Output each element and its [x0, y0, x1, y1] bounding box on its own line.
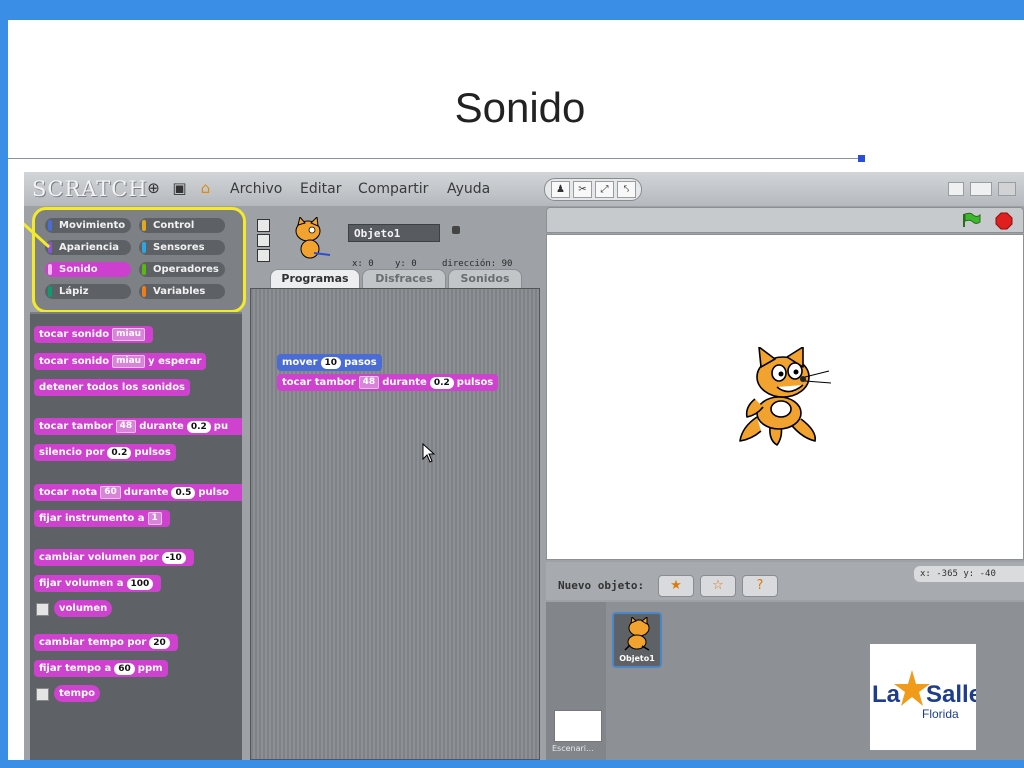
slide-bottom-bar — [0, 760, 1024, 768]
category-variables[interactable]: Variables — [139, 284, 225, 299]
stage-header — [546, 207, 1024, 233]
lasalle-logo: La Salle Florida — [870, 644, 982, 750]
menu-archivo[interactable]: Archivo — [230, 181, 282, 197]
selection-handle — [858, 155, 865, 162]
category-sonido[interactable]: Sonido — [45, 262, 131, 277]
flip-lr-icon[interactable] — [257, 234, 270, 247]
lock-icon[interactable] — [452, 226, 460, 234]
presentation-mode-icon[interactable] — [998, 182, 1016, 196]
category-sensores[interactable]: Sensores — [139, 240, 225, 255]
volumen-checkbox[interactable] — [36, 603, 49, 616]
rotate-free-icon[interactable] — [257, 219, 270, 232]
tempo-checkbox[interactable] — [36, 688, 49, 701]
block-detener-sonidos[interactable]: detener todos los sonidos — [34, 379, 191, 396]
save-icon[interactable]: ▣ — [171, 180, 188, 197]
block-fijar-volumen[interactable]: fijar volumen a 100 — [34, 575, 162, 592]
choose-sprite-file-icon[interactable]: ☆ — [700, 575, 736, 597]
block-silencio[interactable]: silencio por 0.2 pulsos — [34, 444, 176, 461]
tab-disfraces[interactable]: Disfraces — [362, 269, 446, 289]
lasalle-logo-graphic: La Salle Florida — [872, 670, 982, 721]
tab-programas[interactable]: Programas — [270, 269, 360, 289]
new-sprite-label: Nuevo objeto: — [558, 579, 645, 592]
stage[interactable] — [546, 234, 1024, 560]
blocks-palette: tocar sonido miau tocar sonido miau y esper… — [30, 312, 242, 760]
sprite-name-field[interactable]: Objeto1 — [348, 224, 440, 242]
stop-sign-icon[interactable] — [995, 212, 1013, 230]
tool-group: ♟ ✂ ⤢ ⤣ — [544, 178, 642, 201]
sprite-thumb-cat-icon — [624, 617, 650, 651]
script-block-tocar-tambor[interactable]: tocar tambor 48 durante 0.2 pulsos — [277, 374, 499, 391]
scripts-area[interactable]: mover 10 pasos tocar tambor 48 durante 0.2 pul… — [250, 288, 540, 760]
tab-sonidos[interactable]: Sonidos — [448, 269, 522, 289]
block-cambiar-volumen[interactable]: cambiar volumen por -10 — [34, 549, 194, 566]
sprite-cat-icon — [295, 217, 331, 259]
paint-new-sprite-icon[interactable]: ★ — [658, 575, 694, 597]
script-block-mover[interactable]: mover 10 pasos — [277, 354, 382, 371]
svg-text:Florida: Florida — [922, 707, 959, 721]
shrink-icon[interactable]: ⤣ — [617, 181, 636, 198]
scratch-logo: SCRATCH — [32, 177, 148, 201]
sprite-y: y: 0 — [395, 259, 417, 269]
menu-compartir[interactable]: Compartir — [358, 181, 428, 197]
block-cambiar-tempo[interactable]: cambiar tempo por 20 — [34, 634, 178, 651]
slide-title: Sonido — [454, 84, 586, 131]
delete-icon[interactable]: ✂ — [573, 181, 592, 198]
reporter-volumen[interactable]: volumen — [54, 600, 113, 617]
globe-icon[interactable]: ⊕ — [145, 180, 162, 197]
slide-top-bar — [0, 0, 1024, 20]
mouse-cursor-icon — [422, 443, 436, 463]
category-operadores[interactable]: Operadores — [139, 262, 225, 277]
stage-thumbnail-column: Escenari... — [546, 602, 606, 760]
menu-ayuda[interactable]: Ayuda — [447, 181, 490, 197]
mouse-position-readout: x: -365 y: -40 — [914, 566, 1024, 582]
block-tocar-nota[interactable]: tocar nota 60 durante 0.5 pulso — [34, 484, 242, 501]
no-rotate-icon[interactable] — [257, 249, 270, 262]
sprite-x: x: 0 — [352, 259, 374, 269]
category-movimiento[interactable]: Movimiento — [45, 218, 131, 233]
category-apariencia[interactable]: Apariencia — [45, 240, 131, 255]
random-sprite-icon[interactable]: ? — [742, 575, 778, 597]
duplicate-icon[interactable]: ♟ — [551, 181, 570, 198]
block-fijar-instrumento[interactable]: fijar instrumento a1 — [34, 510, 170, 527]
share-icon[interactable]: ⌂ — [197, 180, 214, 197]
category-control[interactable]: Control — [139, 218, 225, 233]
grow-icon[interactable]: ⤢ — [595, 181, 614, 198]
block-fijar-tempo[interactable]: fijar tempo a 60 ppm — [34, 660, 168, 677]
block-tocar-tambor[interactable]: tocar tambor 48 durante 0.2 pu — [34, 418, 242, 435]
stage-thumbnail[interactable] — [554, 710, 602, 742]
block-tocar-sonido[interactable]: tocar sonido miau — [34, 326, 154, 343]
sprite-direction: dirección: 90 — [442, 259, 513, 269]
menu-bar: SCRATCH ⊕ ▣ ⌂ Archivo Editar Compartir A… — [24, 172, 1024, 206]
reporter-tempo[interactable]: tempo — [54, 685, 101, 702]
menu-editar[interactable]: Editar — [300, 181, 341, 197]
category-lapiz[interactable]: Lápiz — [45, 284, 131, 299]
category-panel: Movimiento Control Apariencia Sensores S… — [32, 207, 246, 313]
svg-text:Salle: Salle — [926, 681, 976, 708]
title-rule — [8, 158, 862, 159]
slide-left-bar — [0, 0, 8, 768]
green-flag-icon[interactable] — [961, 212, 981, 228]
normal-stage-icon[interactable] — [970, 182, 992, 196]
stage-thumb-label: Escenari... — [552, 744, 594, 753]
block-tocar-sonido-esperar[interactable]: tocar sonido miau y esperar — [34, 353, 207, 370]
cat-sprite-icon[interactable] — [737, 347, 837, 451]
small-stage-icon[interactable] — [948, 182, 964, 196]
sprite-thumb-label: Objeto1 — [619, 654, 655, 663]
sprite-thumbnail[interactable]: Objeto1 — [612, 612, 662, 668]
